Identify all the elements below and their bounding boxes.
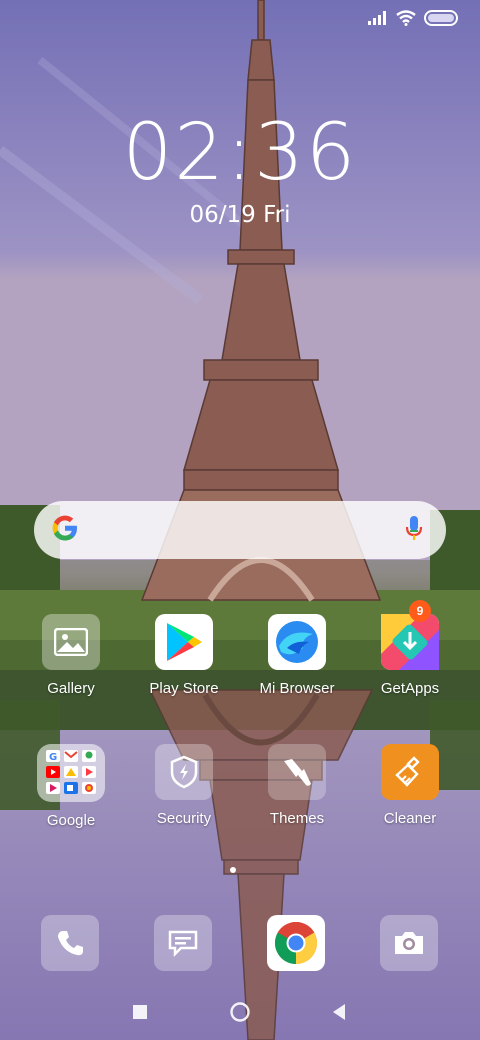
themes-icon — [268, 744, 326, 800]
home-button[interactable] — [227, 1000, 253, 1024]
status-bar — [368, 10, 458, 31]
app-label: Themes — [269, 810, 325, 827]
chrome-icon[interactable] — [267, 915, 325, 971]
getapps-icon: 9 — [381, 600, 439, 670]
notification-badge: 9 — [409, 600, 431, 622]
recents-button[interactable] — [127, 1000, 153, 1024]
gallery-icon — [42, 614, 100, 670]
app-label: Google — [46, 812, 96, 829]
battery-icon — [424, 10, 458, 31]
app-play-store[interactable]: Play Store — [134, 614, 234, 697]
dock — [0, 915, 480, 971]
google-search-bar[interactable] — [34, 501, 446, 559]
app-label: GetApps — [380, 680, 440, 697]
page-indicator — [230, 867, 236, 873]
cleaner-icon — [381, 744, 439, 800]
mic-icon[interactable] — [404, 514, 424, 547]
weekday-text: Fri — [263, 202, 291, 228]
messages-icon[interactable] — [154, 915, 212, 971]
clock-date[interactable]: 06/19 Fri — [0, 202, 480, 228]
app-label: Gallery — [47, 680, 95, 697]
google-g-icon — [50, 513, 80, 548]
navigation-bar — [0, 990, 480, 1034]
app-label: Mi Browser — [259, 680, 335, 697]
app-label: Cleaner — [383, 810, 437, 827]
camera-icon[interactable] — [380, 915, 438, 971]
app-getapps[interactable]: 9 GetApps — [360, 600, 460, 697]
app-gallery[interactable]: Gallery — [21, 614, 121, 697]
folder-google[interactable]: G Google — [21, 744, 121, 829]
play-store-icon — [155, 614, 213, 670]
svg-text:G: G — [49, 752, 57, 763]
back-button[interactable] — [326, 1000, 352, 1024]
date-text: 06/19 — [189, 202, 256, 228]
app-label: Play Store — [149, 680, 219, 697]
google-folder-icon: G — [37, 744, 105, 802]
app-label: Security — [156, 810, 212, 827]
app-security[interactable]: Security — [134, 744, 234, 827]
app-themes[interactable]: Themes — [247, 744, 347, 827]
security-icon — [155, 744, 213, 800]
app-cleaner[interactable]: Cleaner — [360, 744, 460, 827]
clock-time[interactable]: 02:36 — [0, 108, 480, 198]
app-mi-browser[interactable]: Mi Browser — [247, 614, 347, 697]
signal-icon — [368, 11, 388, 30]
wifi-icon — [396, 10, 416, 31]
mi-browser-icon — [268, 614, 326, 670]
phone-icon[interactable] — [41, 915, 99, 971]
